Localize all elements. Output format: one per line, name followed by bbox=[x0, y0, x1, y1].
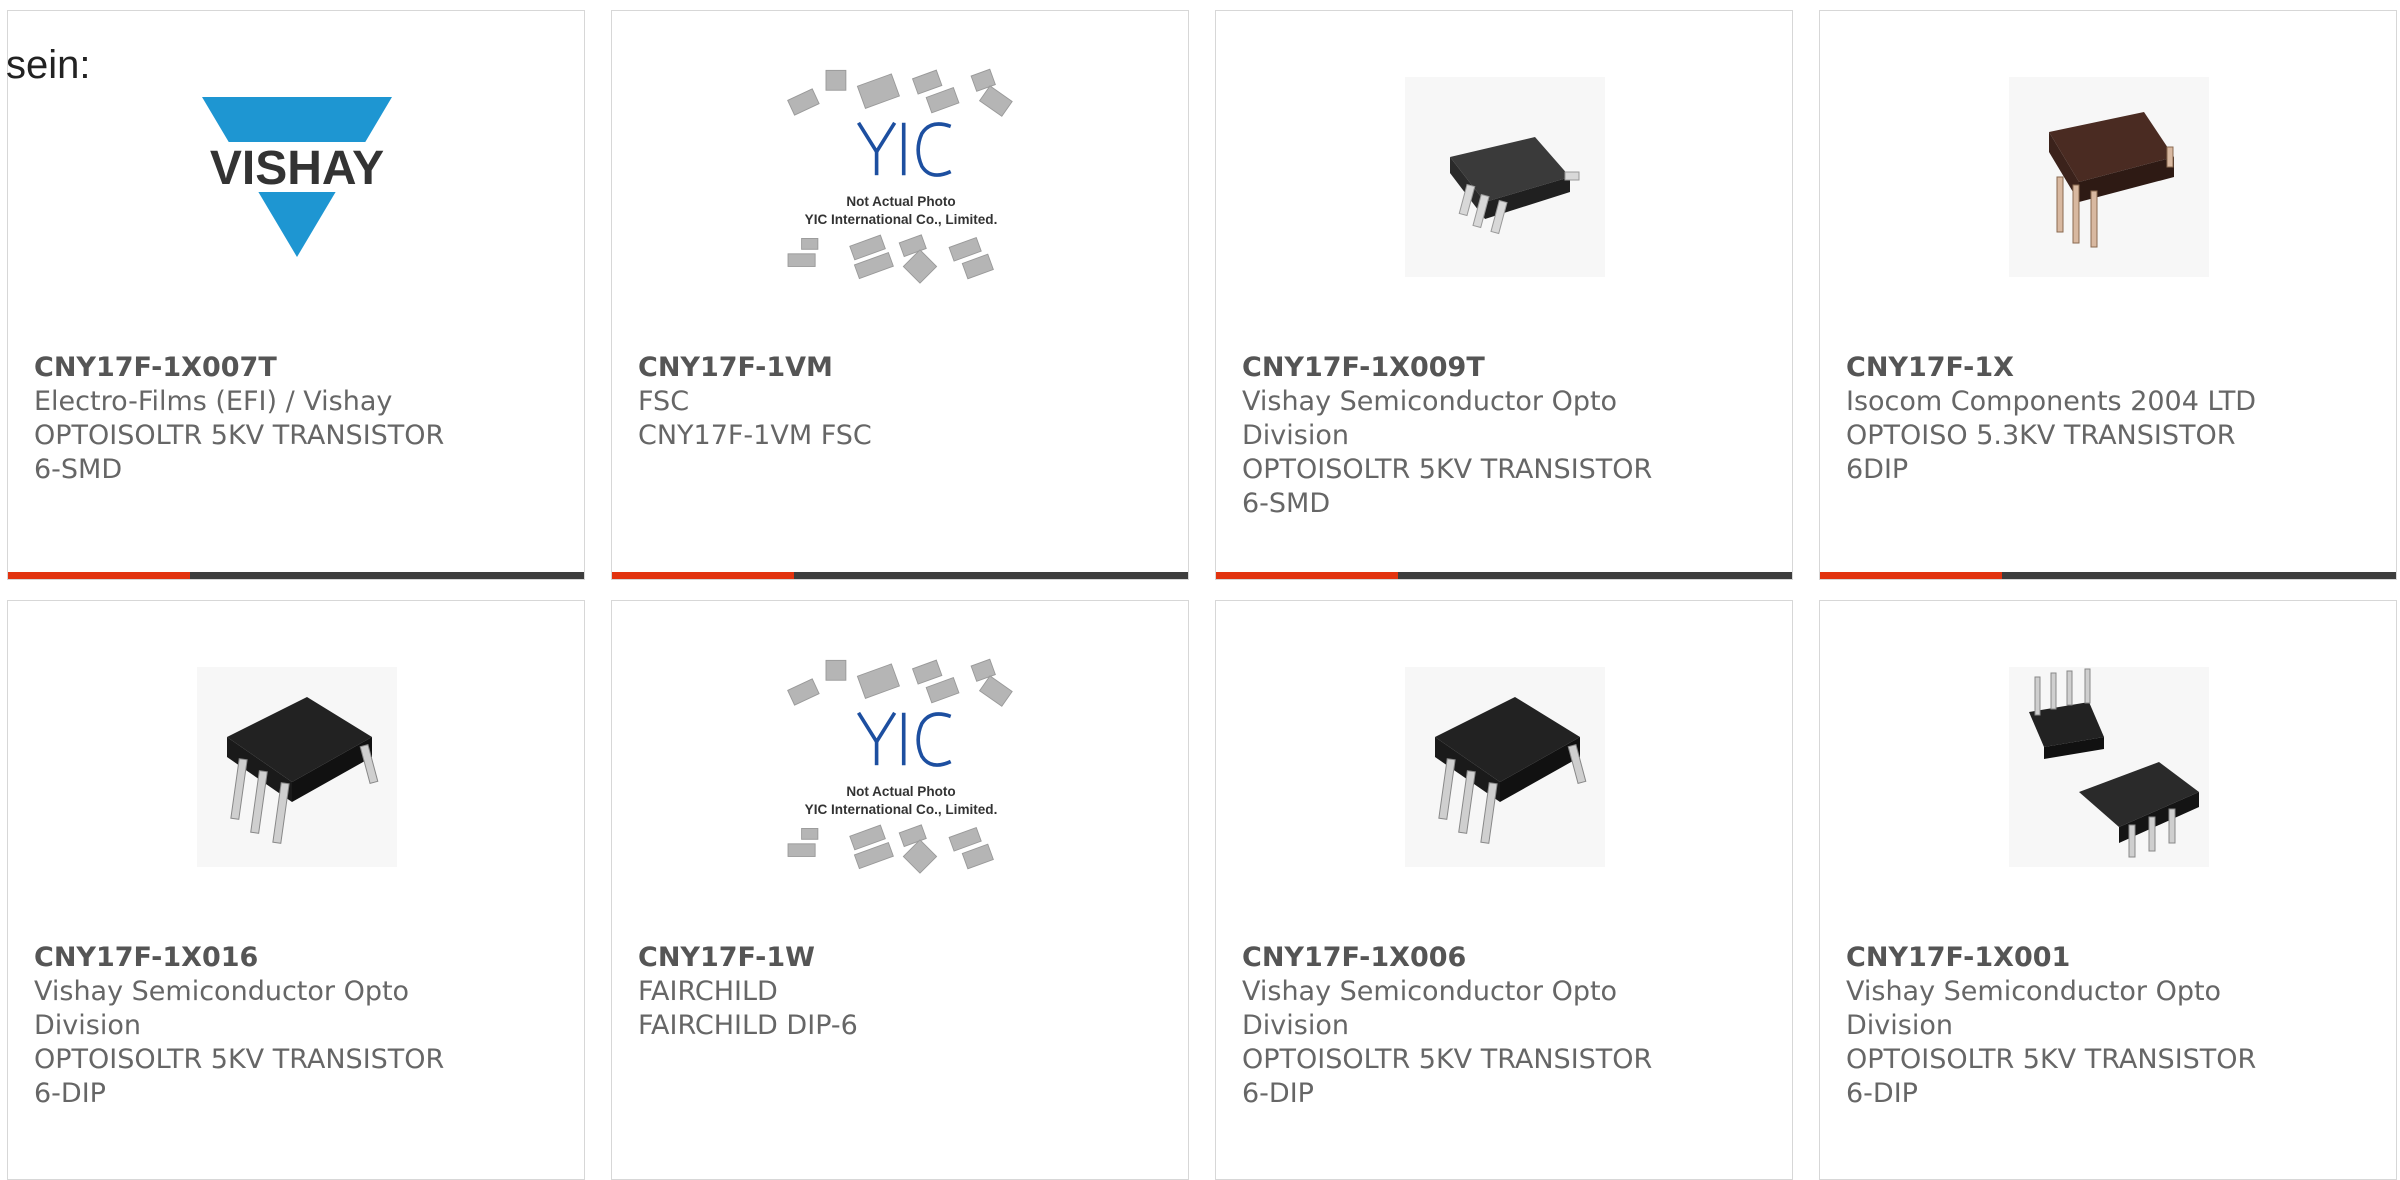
card-bottom-bar bbox=[1820, 572, 2396, 579]
manufacturer-line2: Division bbox=[1846, 1010, 1953, 1041]
manufacturer: Vishay Semiconductor Opto bbox=[34, 976, 410, 1007]
part-number-link[interactable]: CNY17F-1X001 bbox=[1846, 941, 2376, 975]
manufacturer-line2: Division bbox=[34, 1010, 141, 1041]
manufacturer: Vishay Semiconductor Opto bbox=[1846, 976, 2222, 1007]
placeholder-line2: YIC International Co., Limited. bbox=[805, 212, 998, 227]
description: CNY17F-1VM FSC bbox=[638, 420, 872, 451]
product-card[interactable]: CNY17F-1X016 Vishay Semiconductor Opto D… bbox=[7, 600, 585, 1180]
description: FAIRCHILD DIP-6 bbox=[638, 1010, 858, 1041]
description: OPTOISOLTR 5KV TRANSISTOR bbox=[1846, 1044, 2257, 1075]
package: 6-DIP bbox=[1242, 1078, 1314, 1109]
product-card[interactable]: CNY17F-1X001 Vishay Semiconductor Opto D… bbox=[1819, 600, 2397, 1180]
product-image[interactable] bbox=[1383, 667, 1627, 867]
product-image[interactable] bbox=[1987, 77, 2231, 277]
package: 6-SMD bbox=[1242, 488, 1331, 519]
package: 6-SMD bbox=[34, 454, 123, 485]
card-bottom-bar bbox=[1216, 572, 1792, 579]
description: OPTOISO 5.3KV TRANSISTOR bbox=[1846, 420, 2236, 451]
product-card[interactable]: VISHAY CNY17F-1X007T Electro-Films (EFI)… bbox=[7, 10, 585, 580]
product-card[interactable]: CNY17F-1X009T Vishay Semiconductor Opto … bbox=[1215, 10, 1793, 580]
product-image[interactable]: VISHAY bbox=[175, 77, 419, 277]
part-number-link[interactable]: CNY17F-1X009T bbox=[1242, 351, 1772, 385]
description: OPTOISOLTR 5KV TRANSISTOR bbox=[1242, 1044, 1653, 1075]
product-card[interactable]: Not Actual Photo YIC International Co., … bbox=[611, 600, 1189, 1180]
part-number-link[interactable]: CNY17F-1X007T bbox=[34, 351, 564, 385]
vishay-logo-icon: VISHAY bbox=[192, 97, 402, 257]
manufacturer: FSC bbox=[638, 386, 690, 417]
intro-text: sein: bbox=[6, 43, 91, 87]
manufacturer: Electro-Films (EFI) / Vishay bbox=[34, 386, 393, 417]
product-image[interactable] bbox=[1383, 77, 1627, 277]
vishay-logo-text: VISHAY bbox=[210, 142, 384, 195]
package: 6-DIP bbox=[34, 1078, 106, 1109]
manufacturer: Vishay Semiconductor Opto bbox=[1242, 386, 1618, 417]
product-image[interactable] bbox=[175, 667, 419, 867]
dip-chip-pair-icon bbox=[2009, 667, 2209, 867]
manufacturer: Isocom Components 2004 LTD bbox=[1846, 386, 2257, 417]
part-number-link[interactable]: CNY17F-1VM bbox=[638, 351, 1168, 385]
product-image[interactable]: Not Actual Photo YIC International Co., … bbox=[779, 658, 1023, 874]
product-image[interactable] bbox=[1987, 667, 2231, 867]
smd-chip-icon bbox=[1405, 77, 1605, 277]
description: OPTOISOLTR 5KV TRANSISTOR bbox=[34, 420, 445, 451]
manufacturer: FAIRCHILD bbox=[638, 976, 778, 1007]
part-number-link[interactable]: CNY17F-1X bbox=[1846, 351, 2376, 385]
product-image[interactable]: Not Actual Photo YIC International Co., … bbox=[779, 68, 1023, 284]
part-number-link[interactable]: CNY17F-1X006 bbox=[1242, 941, 1772, 975]
placeholder-line1: Not Actual Photo bbox=[846, 194, 955, 209]
not-actual-photo-icon: Not Actual Photo YIC International Co., … bbox=[787, 658, 1013, 874]
card-bottom-bar bbox=[612, 572, 1188, 579]
part-number-link[interactable]: CNY17F-1X016 bbox=[34, 941, 564, 975]
manufacturer: Vishay Semiconductor Opto bbox=[1242, 976, 1618, 1007]
dip-chip-brown-icon bbox=[2009, 77, 2209, 277]
manufacturer-line2: Division bbox=[1242, 1010, 1349, 1041]
product-card[interactable]: CNY17F-1X Isocom Components 2004 LTD OPT… bbox=[1819, 10, 2397, 580]
description: OPTOISOLTR 5KV TRANSISTOR bbox=[34, 1044, 445, 1075]
package: 6DIP bbox=[1846, 454, 1909, 485]
placeholder-line2: YIC International Co., Limited. bbox=[805, 802, 998, 817]
part-number-link[interactable]: CNY17F-1W bbox=[638, 941, 1168, 975]
description: OPTOISOLTR 5KV TRANSISTOR bbox=[1242, 454, 1653, 485]
dip-chip-icon bbox=[1405, 667, 1605, 867]
dip-chip-icon bbox=[197, 667, 397, 867]
product-card[interactable]: Not Actual Photo YIC International Co., … bbox=[611, 10, 1189, 580]
card-bottom-bar bbox=[8, 572, 584, 579]
product-card[interactable]: CNY17F-1X006 Vishay Semiconductor Opto D… bbox=[1215, 600, 1793, 1180]
placeholder-line1: Not Actual Photo bbox=[846, 784, 955, 799]
package: 6-DIP bbox=[1846, 1078, 1918, 1109]
not-actual-photo-icon: Not Actual Photo YIC International Co., … bbox=[787, 68, 1013, 284]
manufacturer-line2: Division bbox=[1242, 420, 1349, 451]
